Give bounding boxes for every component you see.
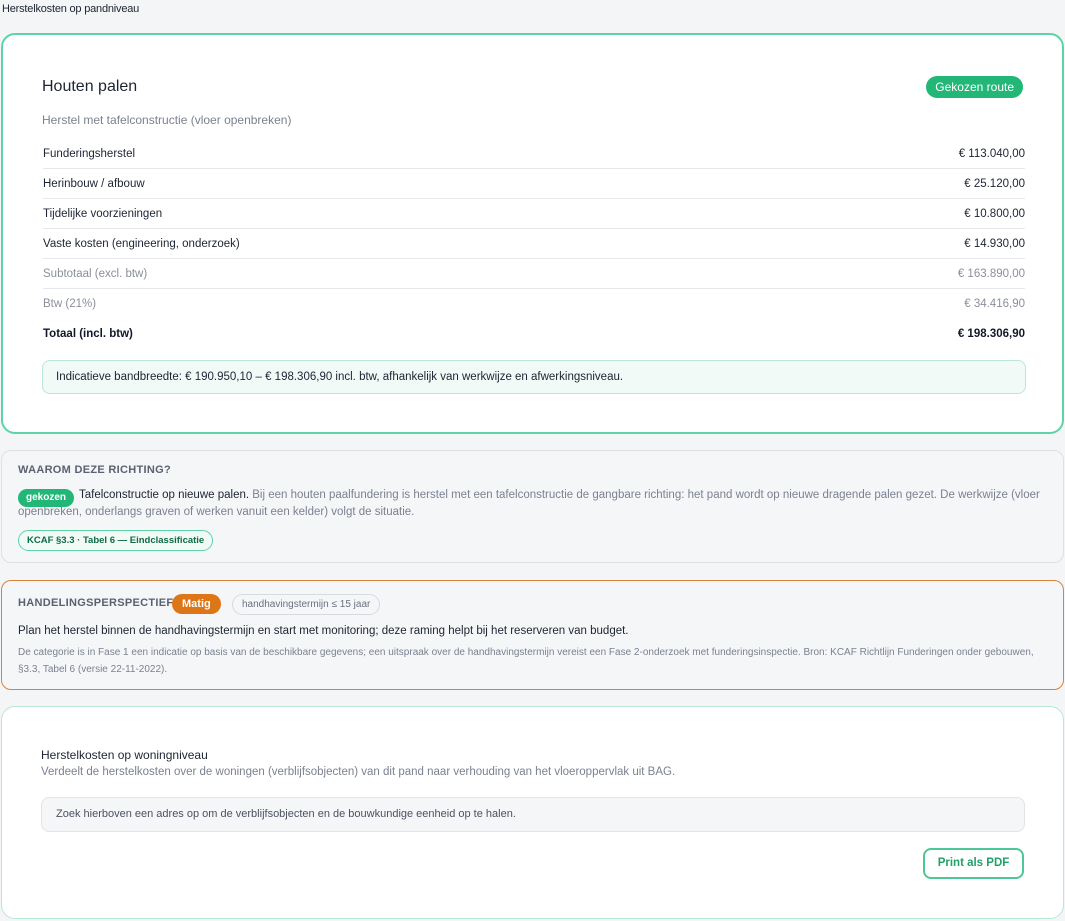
perspective-note: De categorie is in Fase 1 een indicatie …	[18, 647, 1034, 675]
why-direction-section: WAAROM DEZE RICHTING? Tafelconstructie o…	[1, 450, 1064, 563]
cost-row-label: Tijdelijke voorzieningen	[43, 207, 163, 220]
print-pdf-button[interactable]: Print als PDF	[923, 848, 1024, 879]
perspective-advice: Plan het herstel binnen de handhavingste…	[18, 625, 629, 637]
why-explanation: Tafelconstructie op nieuwe palen. Bij ee…	[18, 487, 1043, 521]
dwelling-description: Verdeelt de herstelkosten over de woning…	[41, 766, 676, 778]
dwelling-empty-state: Zoek hierboven een adres op om de verbli…	[41, 797, 1025, 832]
chosen-badge: gekozen	[18, 489, 75, 507]
why-lead: Tafelconstructie op nieuwe palen.	[79, 489, 250, 501]
cost-row-subtotal: Subtotaal (excl. btw) € 163.890,00	[43, 259, 1025, 289]
why-heading: WAAROM DEZE RICHTING?	[18, 464, 171, 476]
cost-card-title: Houten palen	[42, 78, 138, 95]
source-reference-badge: KCAF §3.3 · Tabel 6 — Eindclassificatie	[18, 530, 214, 551]
cost-row-value: € 25.120,00	[964, 177, 1025, 190]
cost-row-value: € 198.306,90	[957, 328, 1025, 340]
cost-row-tijdelijke-voorzieningen: Tijdelijke voorzieningen € 10.800,00	[43, 199, 1025, 229]
severity-badge: Matig	[172, 594, 221, 614]
cost-row-value: € 113.040,00	[958, 147, 1025, 160]
cost-row-label: Vaste kosten (engineering, onderzoek)	[43, 237, 240, 250]
cost-row-value: € 10.800,00	[964, 207, 1025, 220]
term-badge: handhavingstermijn ≤ 15 jaar	[232, 594, 381, 615]
cost-row-total: Totaal (incl. btw) € 198.306,90	[43, 319, 1025, 349]
cost-row-label: Herinbouw / afbouw	[43, 177, 145, 190]
cost-row-label: Totaal (incl. btw)	[43, 328, 133, 340]
dwelling-title: Herstelkosten op woningniveau	[41, 748, 208, 762]
cost-row-herinbouw: Herinbouw / afbouw € 25.120,00	[43, 169, 1025, 199]
cost-card: Houten palen Gekozen route Herstel met t…	[1, 33, 1064, 434]
perspective-heading: HANDELINGSPERSPECTIEF	[18, 597, 174, 609]
cost-row-label: Funderingsherstel	[43, 147, 136, 160]
bandwidth-note: Indicatieve bandbreedte: € 190.950,10 – …	[42, 360, 1026, 394]
dwelling-cost-section: Herstelkosten op woningniveau Verdeelt d…	[1, 706, 1064, 919]
action-perspective-section: HANDELINGSPERSPECTIEF Matig handhavingst…	[1, 580, 1064, 690]
cost-row-value: € 14.930,00	[964, 237, 1025, 250]
cost-card-subtitle: Herstel met tafelconstructie (vloer open…	[42, 113, 292, 127]
chosen-route-badge: Gekozen route	[926, 76, 1023, 98]
cost-row-vaste-kosten: Vaste kosten (engineering, onderzoek) € …	[43, 229, 1025, 259]
page-header: Herstelkosten op pandniveau	[2, 3, 140, 15]
cost-breakdown-table: Funderingsherstel € 113.040,00 Herinbouw…	[43, 139, 1025, 349]
cost-row-vat: Btw (21%) € 34.416,90	[43, 289, 1025, 319]
cost-row-value: € 34.416,90	[964, 298, 1025, 310]
cost-row-value: € 163.890,00	[957, 267, 1025, 280]
cost-row-funderingsherstel: Funderingsherstel € 113.040,00	[43, 139, 1025, 169]
cost-row-label: Btw (21%)	[43, 298, 97, 310]
cost-row-label: Subtotaal (excl. btw)	[43, 267, 148, 280]
